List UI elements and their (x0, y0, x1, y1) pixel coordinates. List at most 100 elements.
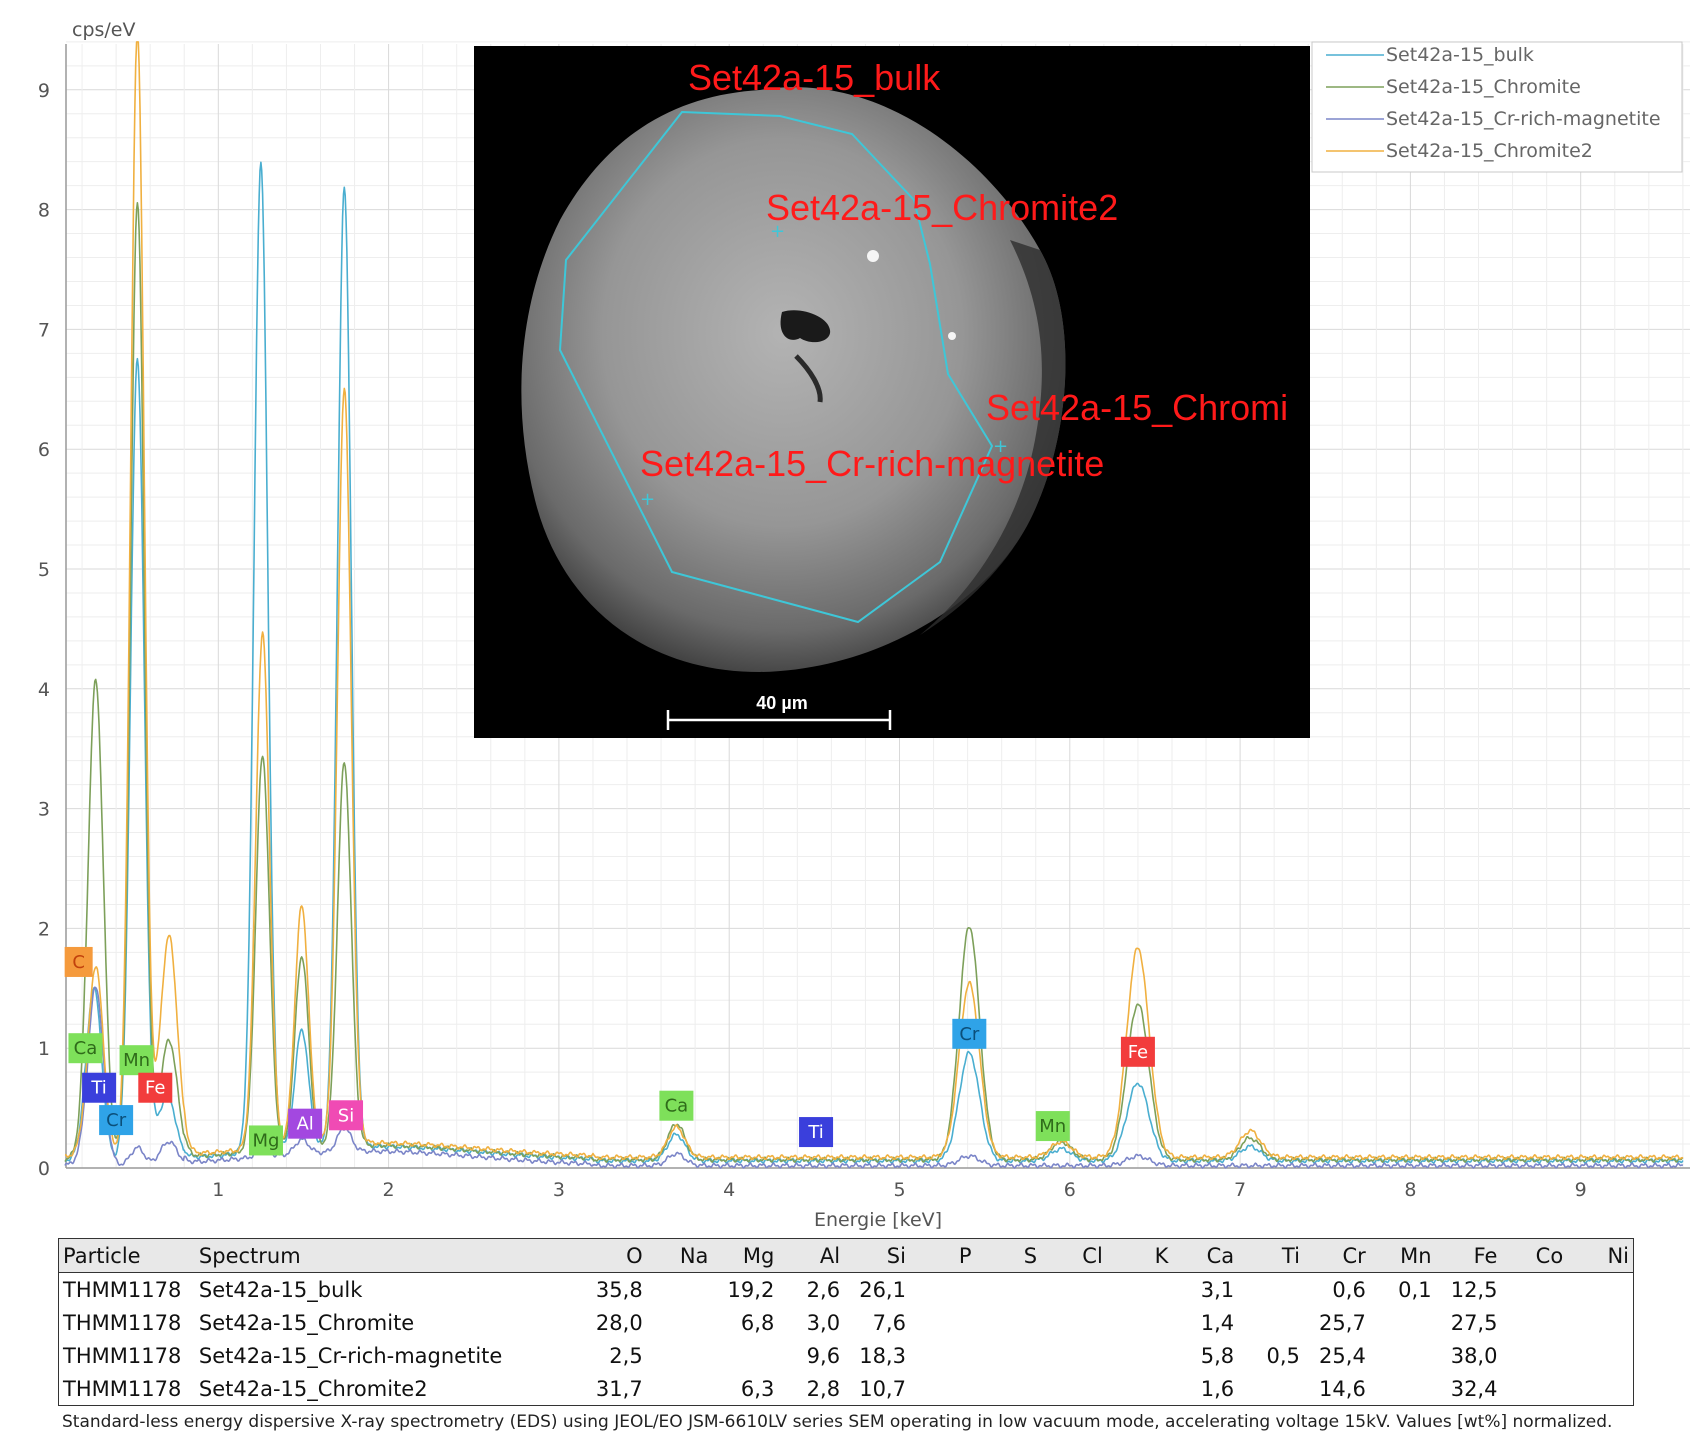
table-row: THMM1178 Set42a-15_Chromite2 31,7 6,3 2,8 10,… (59, 1372, 1634, 1406)
bright-spot (867, 250, 879, 262)
table-cell (1370, 1372, 1436, 1406)
table-cell: 32,4 (1450, 1376, 1498, 1401)
table-header-row: Particle Spectrum O Na Mg Al Si P S Cl K Ca Ti Cr Mn Fe… (58, 1238, 1634, 1273)
element-marker-cr: Cr (99, 1105, 134, 1136)
table-cell (1501, 1273, 1567, 1307)
element-marker-label: Mg (252, 1130, 279, 1151)
element-marker-label: Ca (665, 1096, 689, 1117)
table-cell: 6,8 (740, 1310, 775, 1335)
table-cell (1501, 1339, 1567, 1372)
sem-label-bulk: Set42a-15_bulk (688, 57, 941, 98)
element-marker-label: Mn (123, 1050, 150, 1071)
table-cell (647, 1273, 713, 1307)
x-tick-label: 2 (383, 1179, 395, 1201)
table-cell: 35,8 (595, 1277, 643, 1302)
table-cell (910, 1306, 976, 1339)
table-cell: 18,3 (859, 1343, 906, 1368)
table-cell (976, 1339, 1042, 1372)
table-cell (1107, 1306, 1173, 1339)
legend-entry: Set42a-15_Chromite2 (1386, 140, 1593, 162)
element-marker-label: Ti (807, 1122, 823, 1143)
table-cell: 7,6 (872, 1310, 906, 1335)
element-marker-c: C (64, 946, 93, 977)
table-cell (1107, 1372, 1173, 1406)
x-tick-label: 9 (1575, 1179, 1587, 1201)
table-cell: Set42a-15_Chromite (198, 1310, 415, 1335)
column-header: Ca (1172, 1238, 1239, 1273)
x-axis-label: Energie [keV] (814, 1209, 942, 1231)
table-cell: 3,0 (806, 1310, 841, 1335)
legend-entry: Set42a-15_bulk (1386, 44, 1534, 66)
table-cell: 0,5 (1266, 1343, 1300, 1368)
table-cell: 25,4 (1319, 1343, 1366, 1368)
table-cell: THMM1178 (63, 1376, 182, 1401)
table-cell (1567, 1372, 1633, 1406)
element-marker-mg: Mg (248, 1125, 283, 1156)
table-cell: 0,1 (1398, 1277, 1432, 1302)
y-tick-label: 8 (38, 200, 50, 222)
table-cell: Set42a-15_Cr-rich-magnetite (198, 1343, 503, 1368)
element-marker-cr: Cr (952, 1018, 987, 1049)
element-marker-mn: Mn (119, 1045, 154, 1076)
table-row: THMM1178 Set42a-15_Chromite 28,0 6,8 3,0 7,6 1… (59, 1306, 1634, 1339)
element-marker-label: Ti (90, 1078, 106, 1099)
table-cell (976, 1306, 1042, 1339)
table-cell (910, 1372, 976, 1406)
eds-results-table: Particle Spectrum O Na Mg Al Si P S Cl K Ca Ti Cr Mn Fe… (58, 1238, 1634, 1406)
table-cell (647, 1306, 713, 1339)
table-cell: 31,7 (595, 1376, 643, 1401)
y-tick-label: 3 (38, 799, 50, 821)
element-marker-fe: Fe (1120, 1036, 1155, 1067)
column-header: Al (778, 1238, 845, 1273)
column-header: Ti (1238, 1238, 1304, 1273)
table-cell: 26,1 (859, 1277, 906, 1302)
y-tick-label: 4 (38, 679, 50, 701)
table-cell (1567, 1339, 1633, 1372)
table-cell (1567, 1273, 1633, 1307)
table-cell: 14,6 (1319, 1376, 1366, 1401)
column-header: O (580, 1238, 647, 1273)
table-cell: 25,7 (1319, 1310, 1366, 1335)
column-header: Fe (1435, 1238, 1502, 1273)
legend-entry: Set42a-15_Chromite (1386, 76, 1581, 98)
y-tick-label: 9 (38, 80, 50, 102)
element-marker-label: Fe (1128, 1042, 1148, 1063)
x-tick-label: 1 (212, 1179, 224, 1201)
table-cell (1041, 1306, 1107, 1339)
table-cell (1041, 1339, 1107, 1372)
column-header: Mn (1369, 1238, 1436, 1273)
element-marker-ca: Ca (68, 1033, 103, 1064)
sem-image-inset: + + + Set42a-15_bulk Set42a-15_Chromite2… (474, 46, 1310, 738)
table-cell (1501, 1372, 1567, 1406)
eds-spectrum-chart: 0 1 2 3 4 5 6 7 8 9 1 2 3 4 5 6 7 8 9 cps/eV Energie [keV… (0, 0, 1697, 1234)
column-header: Na (646, 1238, 713, 1273)
table-cell (712, 1339, 778, 1372)
table-cell: 19,2 (727, 1277, 775, 1302)
table-cell (1107, 1339, 1173, 1372)
table-cell (910, 1273, 976, 1307)
element-marker-si: Si (329, 1100, 364, 1131)
table-cell: 0,6 (1332, 1277, 1366, 1302)
column-header: Particle (58, 1238, 195, 1273)
y-tick-label: 0 (38, 1158, 50, 1180)
table-cell (976, 1273, 1042, 1307)
scale-bar-label: 40 µm (756, 693, 807, 713)
bright-spot (948, 332, 956, 340)
element-marker-label: Mn (1039, 1116, 1066, 1137)
element-marker-label: Cr (106, 1110, 127, 1131)
x-tick-label: 7 (1234, 1179, 1246, 1201)
table-cell: 5,8 (1200, 1343, 1235, 1368)
y-tick-label: 5 (38, 559, 50, 581)
table-cell (1501, 1306, 1567, 1339)
column-header: Mg (712, 1238, 779, 1273)
y-tick-label: 1 (38, 1038, 50, 1060)
element-marker-ca: Ca (659, 1090, 694, 1121)
element-marker-label: Ca (74, 1038, 98, 1059)
table-cell: THMM1178 (63, 1277, 182, 1302)
table-cell (647, 1339, 713, 1372)
table-cell (1107, 1273, 1173, 1307)
element-marker-label: C (72, 952, 85, 973)
element-marker-label: Cr (959, 1024, 980, 1045)
sem-label-cr-rich-magnetite: Set42a-15_Cr-rich-magnetite (640, 443, 1104, 484)
x-tick-label: 6 (1064, 1179, 1076, 1201)
